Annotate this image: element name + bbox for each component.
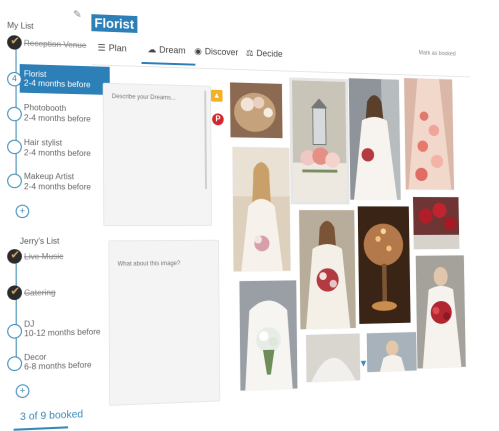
lantern-centerpiece-photo	[292, 80, 347, 202]
hair-flowers-photo	[230, 82, 283, 139]
sidebar-item-florist[interactable]: Florist 2-4 months before	[19, 64, 110, 95]
step-number-icon: 4	[7, 71, 22, 87]
tab-dream[interactable]: ☁ Dream	[147, 44, 185, 56]
tab-label: Plan	[108, 42, 127, 54]
image-note-placeholder: What about this image?	[117, 260, 181, 268]
rose-table-runner-photo	[404, 78, 454, 190]
sidebar-item-live-music[interactable]: Live Music	[24, 252, 63, 263]
scrollbar[interactable]	[204, 90, 207, 190]
sidebar-item-catering[interactable]: Catering	[24, 288, 56, 299]
edit-icon[interactable]: ✎	[73, 9, 82, 20]
header-divider	[91, 64, 471, 78]
image-note-textarea[interactable]: What about this image?	[108, 239, 221, 406]
check-done-icon[interactable]	[7, 285, 22, 301]
ideas-board-icon[interactable]: ▲	[210, 89, 223, 102]
active-tab-indicator	[141, 61, 196, 66]
sidebar-item-timing: 10-12 months before	[24, 327, 101, 339]
sidebar-item-reception-venue[interactable]: Reception Venue	[24, 39, 87, 51]
open-step-icon[interactable]	[7, 173, 22, 189]
open-step-icon[interactable]	[7, 323, 22, 339]
partner-list-heading: Jerry's List	[19, 236, 60, 247]
tab-discover[interactable]: ◉ Discover	[194, 46, 238, 58]
partner-list-track	[15, 263, 17, 368]
eye-icon: ◉	[194, 45, 202, 57]
add-item-button[interactable]: +	[15, 204, 30, 219]
sidebar-item-timing: 2-4 months before	[23, 78, 91, 90]
tab-label: Discover	[204, 46, 239, 58]
veil-photo	[306, 333, 361, 383]
photo-tile[interactable]	[404, 78, 454, 190]
tab-decide[interactable]: ⚖ Decide	[246, 48, 283, 60]
bride-outdoor-photo	[366, 332, 417, 373]
chevron-down-icon[interactable]: ▼	[359, 359, 368, 370]
photo-tile[interactable]	[348, 78, 401, 200]
dreams-placeholder: Describe your Dreams...	[111, 94, 176, 102]
cloud-icon: ☁	[147, 44, 157, 55]
bride-white-gown-photo	[348, 78, 401, 200]
tab-plan[interactable]: ☰ Plan	[98, 42, 127, 54]
open-step-icon[interactable]	[7, 106, 22, 122]
tab-label: Dream	[159, 44, 186, 56]
check-done-icon[interactable]	[7, 35, 22, 50]
open-step-icon[interactable]	[7, 356, 23, 372]
candle-centerpiece-photo	[357, 206, 411, 324]
bride-red-bouquet-photo	[299, 210, 356, 330]
my-list-heading: My List	[7, 20, 34, 31]
sidebar-item-timing: 2-4 months before	[23, 182, 91, 192]
sidebar-item-hair-stylist[interactable]: Hair stylist	[24, 138, 62, 149]
photo-tile[interactable]	[366, 332, 417, 373]
bride-portrait-photo	[232, 147, 291, 272]
scale-icon: ⚖	[245, 47, 254, 58]
bride-bouquet-photo	[239, 280, 298, 391]
booked-progress-bar	[13, 426, 69, 431]
sidebar-item-timing: 6-8 months before	[24, 360, 92, 372]
photo-tile[interactable]	[230, 82, 283, 139]
sidebar-item-timing: 2-4 months before	[23, 113, 91, 124]
pinterest-icon[interactable]: P	[212, 113, 224, 126]
photo-tile-selected[interactable]	[289, 77, 350, 205]
red-roses-table-photo	[413, 197, 460, 250]
photo-tile[interactable]	[306, 333, 361, 383]
list-icon: ☰	[97, 42, 106, 53]
photo-tile[interactable]	[415, 255, 466, 369]
photo-tile[interactable]	[413, 197, 460, 250]
booked-count: 3 of 9 booked	[19, 409, 84, 424]
mark-as-booked-button[interactable]: Mark as booked	[419, 50, 456, 57]
photo-tile[interactable]	[239, 280, 298, 391]
bride-red-roses-photo	[415, 255, 466, 369]
sidebar-item-timing: 2-4 months before	[23, 148, 91, 159]
add-item-button[interactable]: +	[15, 384, 30, 399]
photo-tile[interactable]	[299, 210, 356, 330]
sidebar-item-makeup-artist[interactable]: Makeup Artist	[24, 172, 74, 183]
open-step-icon[interactable]	[7, 139, 22, 155]
florist-page: My List ✎ Reception Venue Florist 2-4 mo…	[0, 0, 477, 431]
tab-label: Decide	[256, 48, 283, 59]
photo-tile[interactable]	[357, 206, 411, 324]
check-done-icon[interactable]	[7, 249, 22, 264]
photo-tile[interactable]	[232, 147, 291, 272]
dreams-textarea[interactable]: Describe your Dreams...	[102, 82, 213, 227]
page-title: Florist	[91, 14, 138, 33]
